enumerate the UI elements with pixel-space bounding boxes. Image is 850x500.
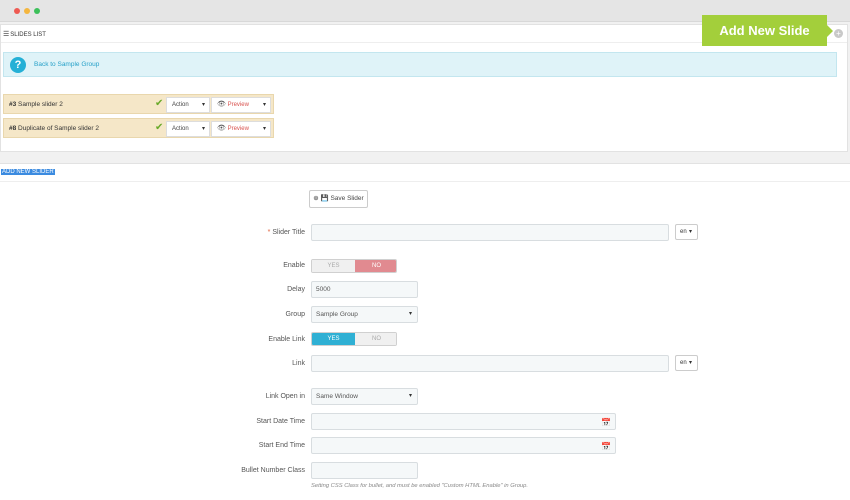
slide-name: #8 Duplicate of Sample slider 2 [9,125,99,132]
group-select[interactable]: Sample Group ▾ [311,306,418,323]
enable-toggle[interactable]: YES NO [311,259,397,273]
caret-down-icon: ▾ [688,360,692,366]
end-date-label: Start End Time [258,442,305,449]
save-slider-button[interactable]: ⊕ 💾 Save Slider [309,190,368,208]
caret-down-icon: ▾ [408,311,412,317]
eye-icon: 👁 [217,101,226,108]
back-info-box: ? Back to Sample Group [3,52,837,77]
caret-down-icon: ▾ [201,102,205,108]
add-new-slide-badge[interactable]: Add New Slide [702,15,833,46]
calendar-icon[interactable]: 📅 [601,439,611,454]
question-icon: ? [10,57,26,73]
preview-dropdown-button[interactable]: 👁 Preview ▾ [211,121,271,137]
save-icon: ⊕ 💾 [313,195,329,202]
enable-label: Enable [283,262,305,269]
delay-label: Delay [287,286,305,293]
caret-down-icon: ▾ [688,229,692,235]
enable-link-toggle[interactable]: YES NO [311,332,397,346]
enable-link-yes-option[interactable]: YES [312,333,355,345]
add-slider-panel: ADD NEW SLIDER ⊕ 💾 Save Slider * Slider … [0,163,850,500]
slide-name: #3 Sample slider 2 [9,101,63,108]
link-lang-button[interactable]: en ▾ [675,355,698,371]
end-date-input[interactable]: 📅 [311,437,616,454]
bullet-class-help: Setting CSS Class for bullet, and must b… [311,483,528,489]
check-icon: ✔ [155,122,164,133]
caret-down-icon: ▾ [262,126,266,132]
slider-title-lang-button[interactable]: en ▾ [675,224,698,240]
start-date-label: Start Date Time [256,418,305,425]
slides-list-title: SLIDES LIST [10,32,46,38]
slider-title-label: * Slider Title [267,229,305,236]
link-label: Link [292,360,305,367]
plus-circle-icon[interactable]: + [834,29,843,38]
enable-no-option[interactable]: NO [355,260,396,272]
enable-link-label: Enable Link [268,336,305,343]
bullet-class-label: Bullet Number Class [241,467,305,474]
menu-icon: ☰ [3,31,10,38]
link-input[interactable] [311,355,669,372]
maximize-window-dot[interactable] [34,8,40,14]
add-slider-title: ADD NEW SLIDER [1,169,55,175]
caret-down-icon: ▾ [408,393,412,399]
slide-row[interactable]: #8 Duplicate of Sample slider 2 ✔ Action… [3,118,274,138]
action-dropdown-button[interactable]: Action ▾ [166,121,210,137]
close-window-dot[interactable] [14,8,20,14]
group-label: Group [285,311,305,318]
caret-down-icon: ▾ [262,102,266,108]
enable-yes-option[interactable]: YES [312,260,355,272]
caret-down-icon: ▾ [201,126,205,132]
bullet-class-input[interactable] [311,462,418,479]
add-slider-header: ADD NEW SLIDER [0,164,850,182]
start-date-input[interactable]: 📅 [311,413,616,430]
back-to-group-link[interactable]: Back to Sample Group [34,61,99,68]
action-dropdown-button[interactable]: Action ▾ [166,97,210,113]
calendar-icon[interactable]: 📅 [601,415,611,430]
minimize-window-dot[interactable] [24,8,30,14]
enable-link-no-option[interactable]: NO [355,333,396,345]
link-open-in-select[interactable]: Same Window ▾ [311,388,418,405]
slide-row[interactable]: #3 Sample slider 2 ✔ Action ▾ 👁 Preview ▾ [3,94,274,114]
link-open-in-label: Link Open in [265,393,305,400]
check-icon: ✔ [155,98,164,109]
delay-input[interactable]: 5000 [311,281,418,298]
slider-title-input[interactable] [311,224,669,241]
eye-icon: 👁 [217,125,226,132]
preview-dropdown-button[interactable]: 👁 Preview ▾ [211,97,271,113]
